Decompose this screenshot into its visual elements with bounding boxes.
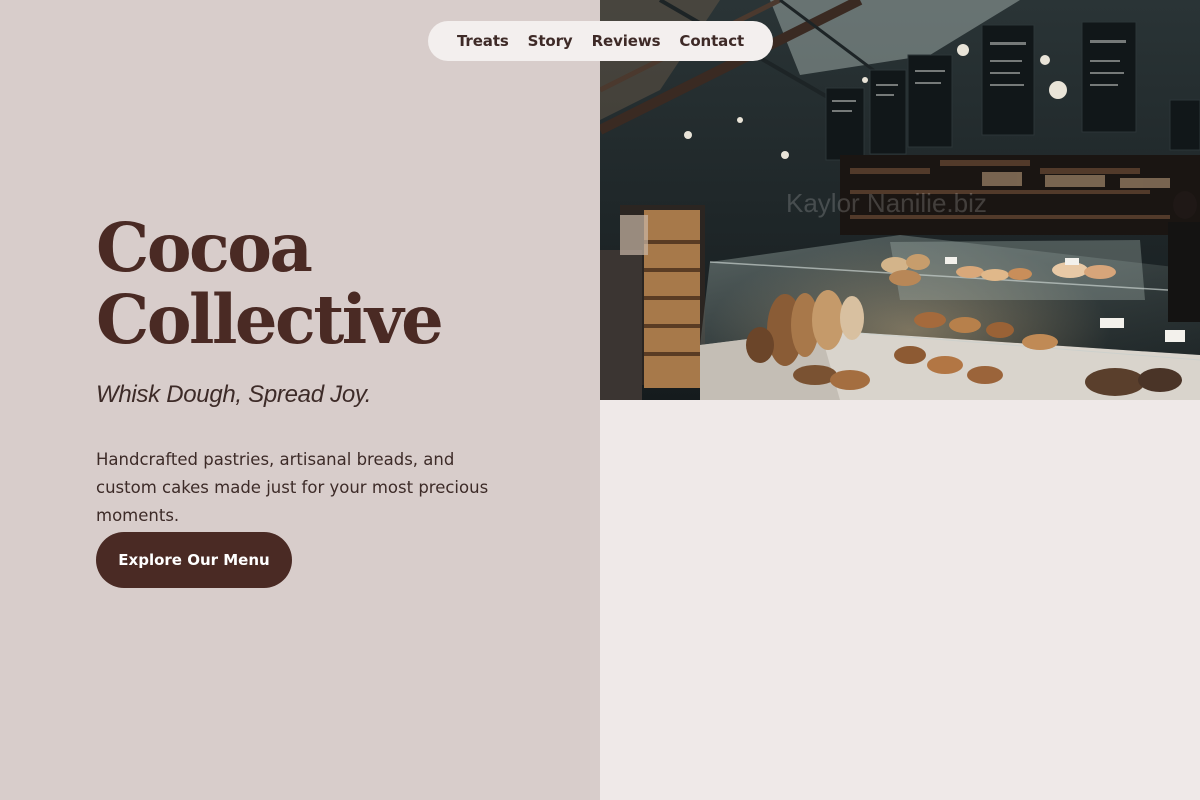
nav-link-story[interactable]: Story — [528, 32, 573, 50]
nav-link-contact[interactable]: Contact — [679, 32, 744, 50]
hero-tagline: Whisk Dough, Spread Joy. — [96, 381, 372, 408]
nav-link-treats[interactable]: Treats — [457, 32, 509, 50]
top-nav: Treats Story Reviews Contact — [428, 21, 773, 61]
hero-description: Handcrafted pastries, artisanal breads, … — [96, 450, 489, 525]
photo-watermark: Kaylor Nanilie.biz — [786, 188, 987, 218]
hero-title: Cocoa Collective — [96, 212, 576, 356]
explore-menu-button[interactable]: Explore Our Menu — [96, 532, 292, 588]
hero-title-line-2: Collective — [96, 280, 444, 359]
nav-link-reviews[interactable]: Reviews — [592, 32, 661, 50]
hero-title-line-1: Cocoa — [96, 208, 313, 287]
